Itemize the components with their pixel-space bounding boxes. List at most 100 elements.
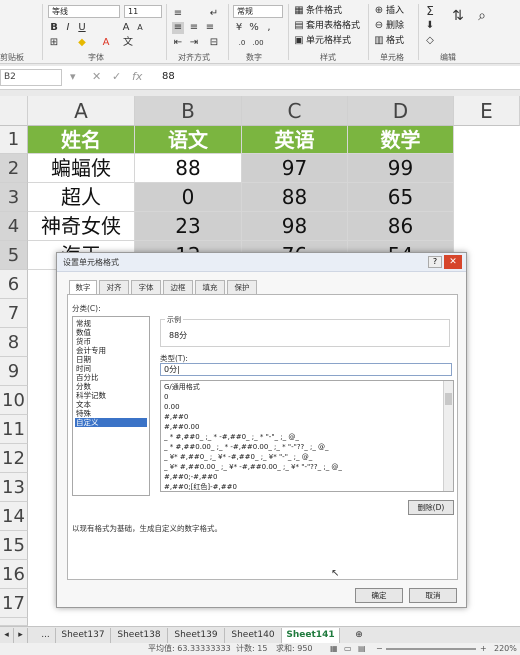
align-right-icon[interactable]: ≡ bbox=[204, 22, 216, 34]
increase-indent-icon[interactable]: ⇥ bbox=[188, 37, 200, 49]
row-header[interactable]: 9 bbox=[0, 357, 28, 386]
row-header[interactable]: 11 bbox=[0, 415, 28, 444]
name-box-dropdown-icon[interactable]: ▾ bbox=[70, 70, 76, 83]
phonetic-icon[interactable]: 文 bbox=[122, 37, 134, 49]
table-format-button[interactable]: 套用表格格式 bbox=[306, 20, 360, 32]
number-format-select[interactable]: 常规 bbox=[233, 5, 283, 18]
header-cell-chinese[interactable]: 语文 bbox=[135, 126, 242, 154]
font-color-icon[interactable]: A bbox=[100, 37, 112, 49]
sheet-tab[interactable]: Sheet138 bbox=[111, 628, 168, 643]
row-header[interactable]: 2 bbox=[0, 154, 28, 183]
table-cell[interactable]: 97 bbox=[242, 154, 348, 183]
row-header[interactable]: 18 bbox=[0, 618, 28, 626]
zoom-slider[interactable] bbox=[386, 648, 476, 650]
row-header[interactable]: 14 bbox=[0, 502, 28, 531]
autosum-icon[interactable]: Σ bbox=[424, 5, 436, 17]
format-list-scrollbar[interactable] bbox=[443, 381, 453, 491]
increase-decimal-icon[interactable]: .0 bbox=[236, 37, 248, 49]
zoom-level[interactable]: 220% bbox=[494, 643, 517, 655]
list-item[interactable]: 常规 bbox=[75, 319, 147, 328]
comma-icon[interactable]: , bbox=[263, 22, 275, 34]
table-cell[interactable]: 23 bbox=[135, 212, 242, 241]
list-item[interactable]: _ * #,##0.00_ ;_ * -#,##0.00_ ;_ * "-"??… bbox=[164, 442, 444, 452]
add-sheet-icon[interactable]: ⊕ bbox=[350, 628, 368, 643]
sheet-overflow[interactable]: ... bbox=[36, 628, 56, 643]
cancel-entry-icon[interactable]: ✕ bbox=[92, 70, 101, 83]
align-top-icon[interactable]: ≡ bbox=[172, 8, 184, 20]
page-layout-icon[interactable]: ▭ bbox=[344, 643, 352, 655]
confirm-entry-icon[interactable]: ✓ bbox=[112, 70, 121, 83]
category-list[interactable]: 常规 数值 货币 会计专用 日期 时间 百分比 分数 科学记数 文本 特殊 自定… bbox=[72, 316, 150, 496]
list-item[interactable]: 0 bbox=[164, 392, 444, 402]
align-left-icon[interactable]: ≡ bbox=[172, 22, 184, 34]
zoom-in-icon[interactable]: + bbox=[480, 643, 487, 655]
tab-fill[interactable]: 填充 bbox=[195, 280, 225, 294]
scrollbar-thumb[interactable] bbox=[445, 393, 452, 405]
column-header-c[interactable]: C bbox=[242, 96, 348, 126]
scroll-sheets-right-icon[interactable]: ▸ bbox=[14, 628, 28, 643]
format-button[interactable]: 格式 bbox=[386, 35, 404, 47]
clear-icon[interactable]: ◇ bbox=[424, 35, 436, 47]
sheet-tab[interactable]: Sheet139 bbox=[168, 628, 225, 643]
help-icon[interactable]: ? bbox=[428, 256, 442, 268]
list-item[interactable]: #,##0;[红色]-#,##0 bbox=[164, 482, 444, 491]
table-cell[interactable]: 98 bbox=[242, 212, 348, 241]
format-list[interactable]: G/通用格式 0 0.00 #,##0 #,##0.00 _ * #,##0_ … bbox=[160, 380, 454, 492]
underline-icon[interactable]: U bbox=[76, 22, 88, 34]
close-icon[interactable]: ✕ bbox=[444, 255, 462, 269]
tab-number[interactable]: 数字 bbox=[69, 280, 97, 295]
table-cell[interactable]: 神奇女侠 bbox=[28, 212, 135, 241]
table-cell[interactable]: 86 bbox=[348, 212, 454, 241]
italic-icon[interactable]: I bbox=[62, 22, 74, 34]
fill-color-icon[interactable]: ◆ bbox=[76, 37, 88, 49]
sheet-tab[interactable]: Sheet137 bbox=[56, 628, 111, 643]
cell-styles-button[interactable]: 单元格样式 bbox=[306, 35, 351, 47]
row-header[interactable]: 10 bbox=[0, 386, 28, 415]
find-select-icon[interactable]: ⌕ bbox=[476, 9, 488, 23]
table-cell[interactable]: 蝙蝠侠 bbox=[28, 154, 135, 183]
row-header[interactable]: 7 bbox=[0, 299, 28, 328]
row-header[interactable]: 5 bbox=[0, 241, 28, 270]
insert-button[interactable]: 插入 bbox=[386, 5, 404, 17]
font-size-select[interactable]: 11 bbox=[124, 5, 162, 18]
zoom-out-icon[interactable]: − bbox=[376, 643, 383, 655]
merge-icon[interactable]: ⊟ bbox=[208, 37, 220, 49]
sheet-tab[interactable]: Sheet140 bbox=[225, 628, 282, 643]
table-cell[interactable]: 99 bbox=[348, 154, 454, 183]
table-cell[interactable]: 88 bbox=[242, 183, 348, 212]
fill-down-icon[interactable]: ⬇ bbox=[424, 20, 436, 32]
list-item[interactable]: 特殊 bbox=[75, 409, 147, 418]
tab-protection[interactable]: 保护 bbox=[227, 280, 257, 294]
list-item[interactable]: G/通用格式 bbox=[164, 382, 444, 392]
list-item[interactable]: #,##0 bbox=[164, 412, 444, 422]
tab-alignment[interactable]: 对齐 bbox=[99, 280, 129, 294]
row-header[interactable]: 13 bbox=[0, 473, 28, 502]
type-input[interactable]: 0分| bbox=[160, 363, 452, 376]
active-cell[interactable]: 88 bbox=[135, 154, 242, 183]
list-item[interactable]: 分数 bbox=[75, 382, 147, 391]
align-center-icon[interactable]: ≡ bbox=[188, 22, 200, 34]
list-item[interactable]: 科学记数 bbox=[75, 391, 147, 400]
insert-function-icon[interactable]: fx bbox=[132, 70, 142, 83]
delete-button[interactable]: 删除 bbox=[386, 20, 404, 32]
sheet-tab-active[interactable]: Sheet141 bbox=[282, 628, 340, 643]
list-item[interactable]: #,##0;-#,##0 bbox=[164, 472, 444, 482]
ok-button[interactable]: 确定 bbox=[355, 588, 403, 603]
list-item[interactable]: #,##0.00 bbox=[164, 422, 444, 432]
list-item[interactable]: 文本 bbox=[75, 400, 147, 409]
column-header-d[interactable]: D bbox=[348, 96, 454, 126]
list-item[interactable]: 日期 bbox=[75, 355, 147, 364]
select-all-corner[interactable] bbox=[0, 96, 28, 126]
row-header[interactable]: 8 bbox=[0, 328, 28, 357]
sort-filter-icon[interactable]: ⇅ bbox=[452, 9, 464, 23]
font-name-select[interactable]: 等线 bbox=[48, 5, 120, 18]
list-item[interactable]: 0.00 bbox=[164, 402, 444, 412]
row-header[interactable]: 12 bbox=[0, 444, 28, 473]
header-cell-name[interactable]: 姓名 bbox=[28, 126, 135, 154]
grow-font-icon[interactable]: A bbox=[120, 22, 132, 34]
table-cell[interactable]: 超人 bbox=[28, 183, 135, 212]
name-box[interactable]: B2 bbox=[0, 69, 62, 86]
header-cell-math[interactable]: 数学 bbox=[348, 126, 454, 154]
column-header-b[interactable]: B bbox=[135, 96, 242, 126]
row-header[interactable]: 1 bbox=[0, 126, 28, 154]
